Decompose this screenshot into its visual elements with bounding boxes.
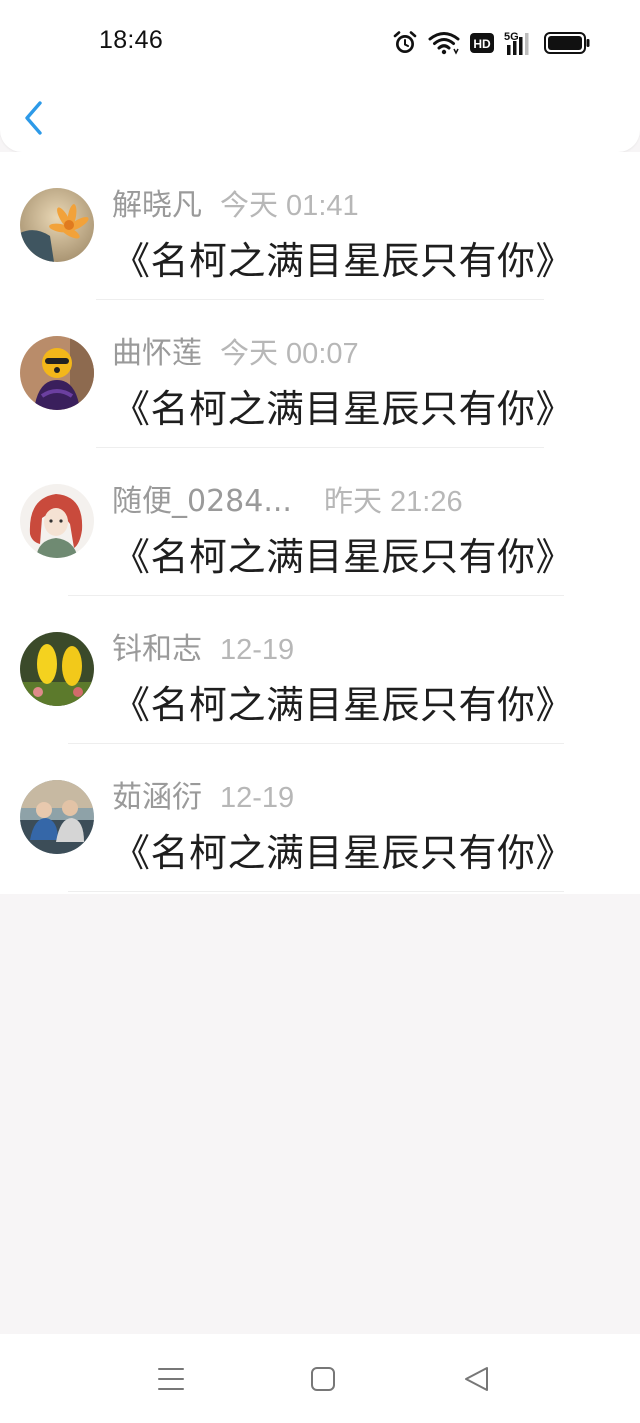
message-meta: 随便_0284... 昨天 21:26 xyxy=(112,476,463,519)
sender-name: 曲怀莲 xyxy=(112,336,202,371)
divider xyxy=(68,891,564,892)
message-meta: 茹涵衍 12-19 xyxy=(112,772,295,815)
header: 18:46 HD 5G xyxy=(0,0,640,152)
list-item[interactable]: 解晓凡 今天 01:41 《名柯之满目星辰只有你》 xyxy=(0,152,640,300)
message-meta: 曲怀莲 今天 00:07 xyxy=(112,328,359,371)
sender-name: 钭和志 xyxy=(112,632,202,667)
hd-icon: HD xyxy=(470,33,494,53)
message-text: 《名柯之满目星辰只有你》 xyxy=(112,683,575,727)
back-triangle-icon xyxy=(465,1367,488,1391)
svg-text:HD: HD xyxy=(473,37,491,51)
message-text: 《名柯之满目星辰只有你》 xyxy=(112,535,575,579)
sender-name: 茹涵衍 xyxy=(112,780,202,815)
message-meta: 解晓凡 今天 01:41 xyxy=(112,180,359,223)
home-icon xyxy=(311,1367,335,1391)
alarm-icon xyxy=(393,31,417,53)
back-nav-button[interactable] xyxy=(462,1364,492,1398)
message-text: 《名柯之满目星辰只有你》 xyxy=(112,831,575,875)
message-text: 《名柯之满目星辰只有你》 xyxy=(112,239,575,283)
avatar[interactable] xyxy=(20,632,94,706)
avatar[interactable] xyxy=(20,188,94,262)
avatar[interactable] xyxy=(20,336,94,410)
sender-name: 随便_0284... xyxy=(112,484,292,519)
message-time: 12-19 xyxy=(220,634,295,666)
status-icons: HD 5G xyxy=(392,28,590,58)
sender-name: 解晓凡 xyxy=(112,188,202,223)
status-time: 18:46 xyxy=(99,26,164,54)
avatar[interactable] xyxy=(20,780,94,854)
list-item[interactable]: 随便_0284... 昨天 21:26 《名柯之满目星辰只有你》 xyxy=(0,448,640,596)
signal-5g-icon: 5G xyxy=(504,31,529,55)
screen: 18:46 HD 5G 解晓凡 今天 01:41 《名柯之满目星辰只有你》 曲怀… xyxy=(0,0,640,1423)
home-button[interactable] xyxy=(308,1364,338,1398)
list-item[interactable]: 钭和志 12-19 《名柯之满目星辰只有你》 xyxy=(0,596,640,744)
back-button[interactable] xyxy=(20,100,52,136)
menu-button[interactable] xyxy=(156,1364,186,1398)
system-nav-bar xyxy=(0,1334,640,1423)
message-time: 今天 00:07 xyxy=(220,338,359,370)
wifi-icon xyxy=(428,32,460,55)
chevron-left-icon xyxy=(25,101,42,135)
avatar[interactable] xyxy=(20,484,94,558)
message-time: 今天 01:41 xyxy=(220,190,359,222)
message-meta: 钭和志 12-19 xyxy=(112,624,295,667)
menu-icon xyxy=(158,1368,184,1390)
message-text: 《名柯之满目星辰只有你》 xyxy=(112,387,575,431)
battery-icon xyxy=(544,32,590,54)
list-item[interactable]: 茹涵衍 12-19 《名柯之满目星辰只有你》 xyxy=(0,744,640,892)
message-time: 12-19 xyxy=(220,782,295,814)
message-time: 昨天 21:26 xyxy=(323,486,463,518)
message-list: 解晓凡 今天 01:41 《名柯之满目星辰只有你》 曲怀莲 今天 00:07 《… xyxy=(0,152,640,894)
list-item[interactable]: 曲怀莲 今天 00:07 《名柯之满目星辰只有你》 xyxy=(0,300,640,448)
